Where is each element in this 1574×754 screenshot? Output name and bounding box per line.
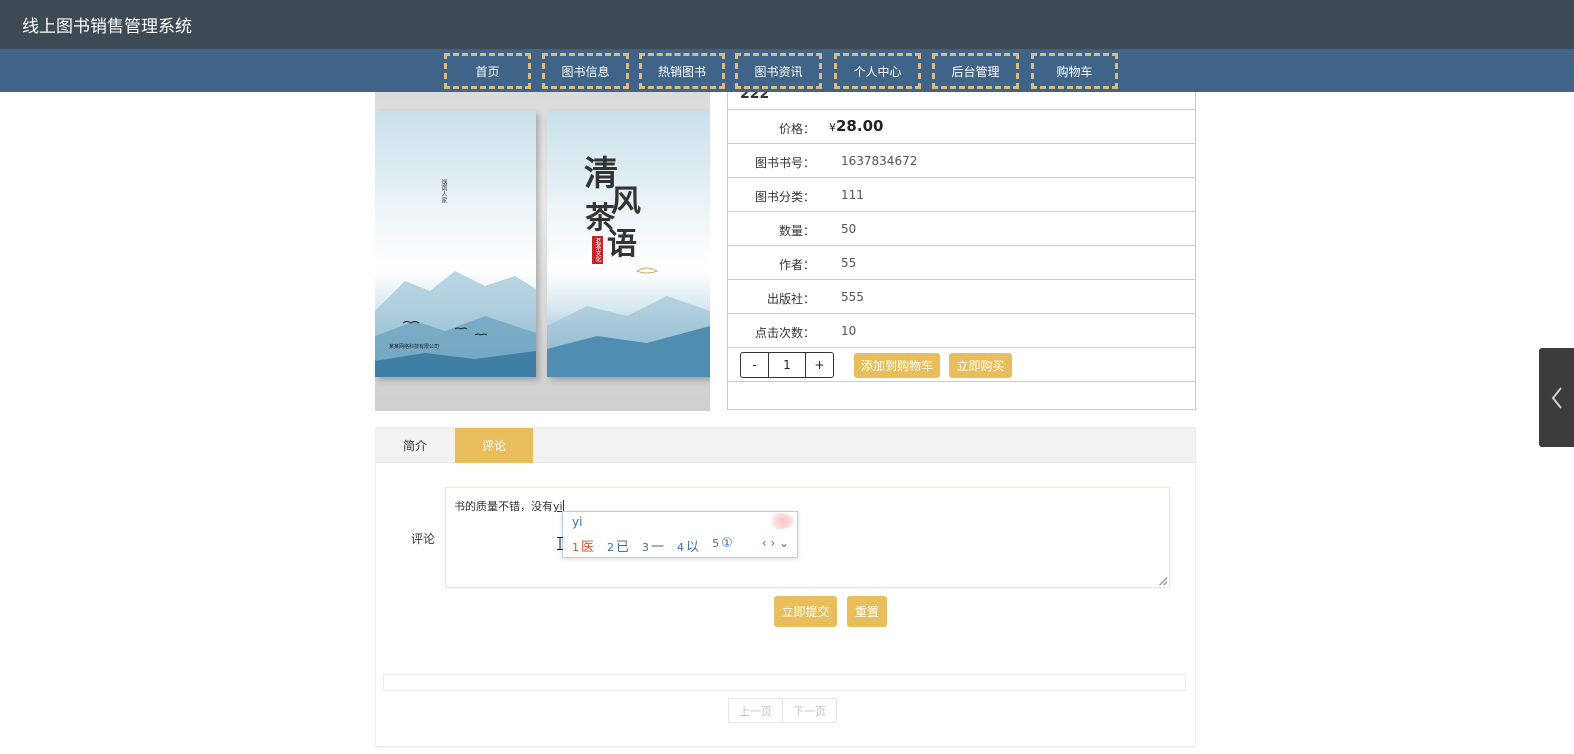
book-image: 烟雨人家 某某网络科技有限公司 清 风 茶 语 茗茶文化 (375, 92, 710, 411)
reset-button[interactable]: 重置 (847, 596, 887, 627)
price-label: 价格： (778, 122, 815, 136)
detail-value: 10 (841, 324, 857, 338)
currency-symbol: ¥ (829, 121, 836, 134)
nav-home[interactable]: 首页 (444, 53, 531, 89)
back-cover-company: 某某网络科技有限公司 (389, 344, 440, 350)
detail-label: 图书书号： (754, 156, 815, 170)
increment-button[interactable]: + (806, 353, 833, 377)
candidate-text: ① (721, 536, 733, 551)
candidate-number: 1 (572, 541, 579, 554)
ime-candidate[interactable]: 2已 (607, 536, 629, 555)
ime-candidate[interactable]: 3一 (642, 536, 664, 555)
quantity-input[interactable]: 1 (768, 353, 806, 377)
detail-value: 1637834672 (841, 154, 918, 168)
back-cover-title: 烟雨人家 (440, 179, 447, 203)
book-front-cover: 清 风 茶 语 茗茶文化 (547, 111, 710, 377)
detail-label: 作者： (778, 258, 815, 272)
nav-book-news[interactable]: 图书资讯 (735, 53, 822, 89)
buy-now-button[interactable]: 立即购买 (949, 353, 1012, 378)
side-panel-toggle[interactable] (1539, 348, 1574, 447)
book-info-table: 222 价格： ¥28.00 图书书号： 1637834672 图书分类： 11… (727, 92, 1196, 410)
book-name: 222 (740, 92, 770, 102)
book-back-cover: 烟雨人家 某某网络科技有限公司 (375, 111, 536, 377)
comment-text: 书的质量不错，没有 (454, 500, 553, 513)
quantity-row: - 1 + 添加到购物车 立即购买 (728, 348, 1195, 382)
detail-row: 数量： 50 (728, 212, 1195, 246)
candidate-number: 5 (712, 537, 720, 550)
detail-label: 出版社： (766, 292, 815, 306)
detail-label: 点击次数： (754, 326, 815, 340)
cover-title-char: 语 (607, 227, 637, 262)
tab-comments[interactable]: 评论 (455, 428, 533, 463)
chevron-left-icon (1551, 386, 1562, 409)
nav-book-info[interactable]: 图书信息 (542, 53, 629, 89)
app-title: 线上图书销售管理系统 (22, 17, 192, 37)
detail-value: 555 (841, 290, 864, 304)
ime-candidate[interactable]: 5① (712, 536, 733, 555)
candidate-text: 以 (686, 540, 700, 555)
nav-admin[interactable]: 后台管理 (932, 53, 1019, 89)
mountain-landscape (375, 271, 536, 377)
prev-page-button[interactable]: 上一页 (728, 698, 783, 723)
tab-bar: 简介 评论 (376, 428, 1195, 463)
detail-row: 图书分类： 111 (728, 178, 1195, 212)
detail-row: 点击次数： 10 (728, 314, 1195, 348)
price-value: ¥28.00 (829, 117, 883, 135)
book-name-row: 222 (728, 92, 1195, 110)
detail-row: 图书书号： 1637834672 (728, 144, 1195, 178)
detail-label: 数量： (778, 224, 815, 238)
candidate-number: 3 (642, 541, 650, 554)
detail-value: 111 (841, 188, 864, 202)
main-nav: 首页 图书信息 热销图书 图书资讯 个人中心 后台管理 购物车 (0, 49, 1574, 92)
candidate-number: 4 (677, 541, 685, 554)
price-row: 价格： ¥28.00 (728, 110, 1195, 144)
pagination: 上一页 下一页 (728, 698, 837, 723)
next-page-button[interactable]: 下一页 (783, 698, 837, 723)
candidate-text: 已 (616, 540, 630, 555)
comment-textarea[interactable]: 书的质量不错，没有 yi (445, 487, 1170, 588)
price-amount: 28.00 (836, 117, 884, 135)
detail-row: 出版社： 555 (728, 280, 1195, 314)
submit-comment-button[interactable]: 立即提交 (774, 596, 837, 627)
decrement-button[interactable]: - (741, 353, 768, 377)
detail-value: 50 (841, 222, 857, 236)
cover-title-char: 风 (611, 184, 641, 219)
add-to-cart-button[interactable]: 添加到购物车 (854, 353, 940, 378)
nav-cart[interactable]: 购物车 (1031, 53, 1118, 89)
nav-hot-books[interactable]: 热销图书 (639, 53, 725, 89)
detail-label: 图书分类： (754, 190, 815, 204)
tab-intro[interactable]: 简介 (376, 428, 454, 463)
ime-candidate[interactable]: 1医 (572, 536, 594, 555)
ime-logo-icon (765, 513, 795, 529)
quantity-stepper: - 1 + (740, 352, 834, 378)
top-bar: 线上图书销售管理系统 (0, 0, 1574, 49)
comment-list (383, 674, 1186, 691)
cover-seal: 茗茶文化 (592, 236, 603, 264)
ime-input-text: yi (572, 515, 583, 529)
nav-personal-center[interactable]: 个人中心 (834, 53, 921, 89)
ime-candidate[interactable]: 4以 (677, 536, 699, 555)
info-empty-row (728, 382, 1195, 410)
candidate-text: 一 (651, 540, 665, 555)
detail-value: 55 (841, 256, 857, 270)
candidate-text: 医 (581, 540, 595, 555)
detail-tabs-panel: 简介 评论 评论 书的质量不错，没有 yi yi 1医 2已 3一 4以 5① ‹… (375, 427, 1196, 747)
candidate-number: 2 (607, 541, 615, 554)
text-cursor-icon (557, 537, 563, 550)
resize-handle[interactable] (1159, 577, 1167, 585)
ime-candidates: 1医 2已 3一 4以 5① (572, 536, 733, 555)
ime-page-nav[interactable]: ‹ › ⌄ (762, 536, 789, 550)
detail-row: 作者： 55 (728, 246, 1195, 280)
comment-label: 评论 (411, 532, 436, 546)
ime-candidate-window: yi 1医 2已 3一 4以 5① ‹ › ⌄ (562, 511, 798, 558)
